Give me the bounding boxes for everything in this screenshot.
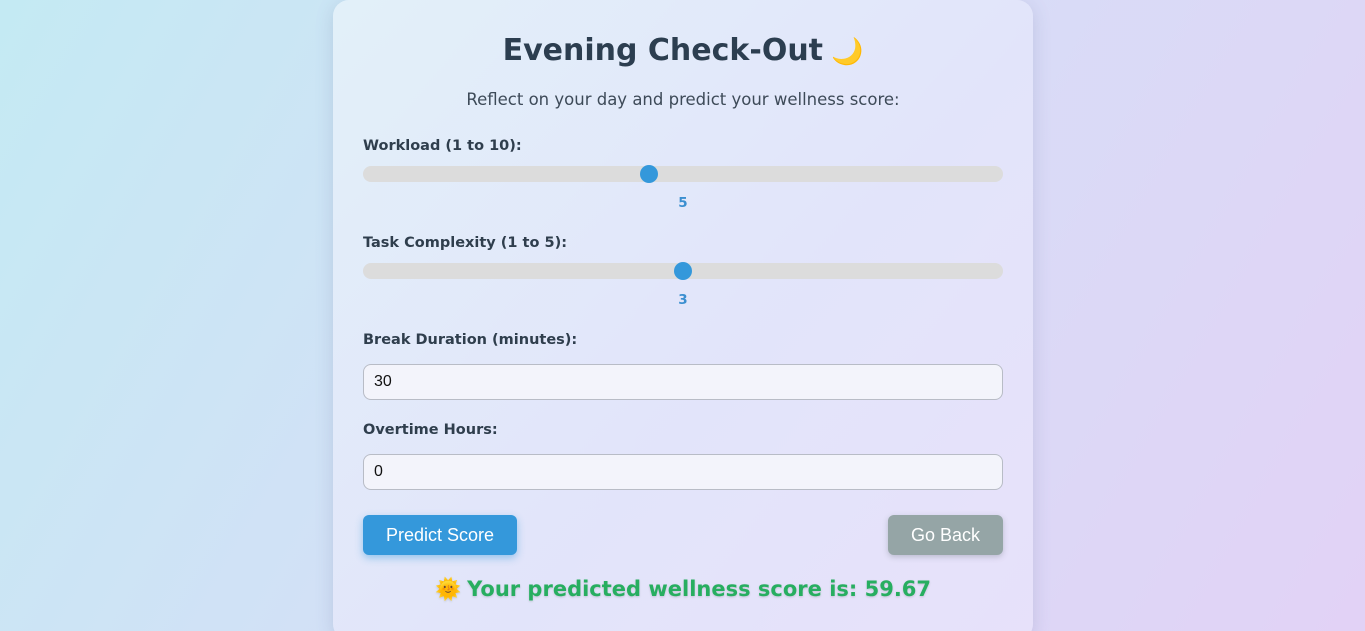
predict-score-button[interactable]: Predict Score — [363, 515, 517, 555]
title-text: Evening Check-Out — [502, 33, 824, 68]
workload-slider-thumb[interactable] — [640, 165, 659, 183]
break-duration-input[interactable]: 30 — [363, 364, 1003, 400]
workload-slider[interactable] — [363, 165, 1003, 183]
overtime-label: Overtime Hours: — [363, 422, 498, 438]
complexity-slider-thumb[interactable] — [674, 262, 692, 280]
sun-icon: 🌞 — [434, 577, 462, 601]
complexity-slider[interactable] — [363, 262, 1003, 280]
go-back-button[interactable]: Go Back — [888, 515, 1003, 555]
moon-icon: 🌙 — [831, 37, 864, 67]
result-text: Your predicted wellness score is: 59.67 — [467, 577, 932, 601]
workload-value: 5 — [678, 195, 688, 211]
workload-label: Workload (1 to 10): — [363, 138, 522, 154]
result-message: 🌞 Your predicted wellness score is: 59.67 — [333, 577, 1033, 602]
complexity-value: 3 — [678, 292, 688, 308]
page-title: Evening Check-Out 🌙 — [333, 33, 1033, 68]
break-duration-label: Break Duration (minutes): — [363, 332, 578, 348]
page-subtitle: Reflect on your day and predict your wel… — [466, 90, 900, 109]
checkout-card: Evening Check-Out 🌙 Reflect on your day a… — [333, 0, 1033, 631]
complexity-label: Task Complexity (1 to 5): — [363, 235, 567, 251]
overtime-input[interactable]: 0 — [363, 454, 1003, 490]
